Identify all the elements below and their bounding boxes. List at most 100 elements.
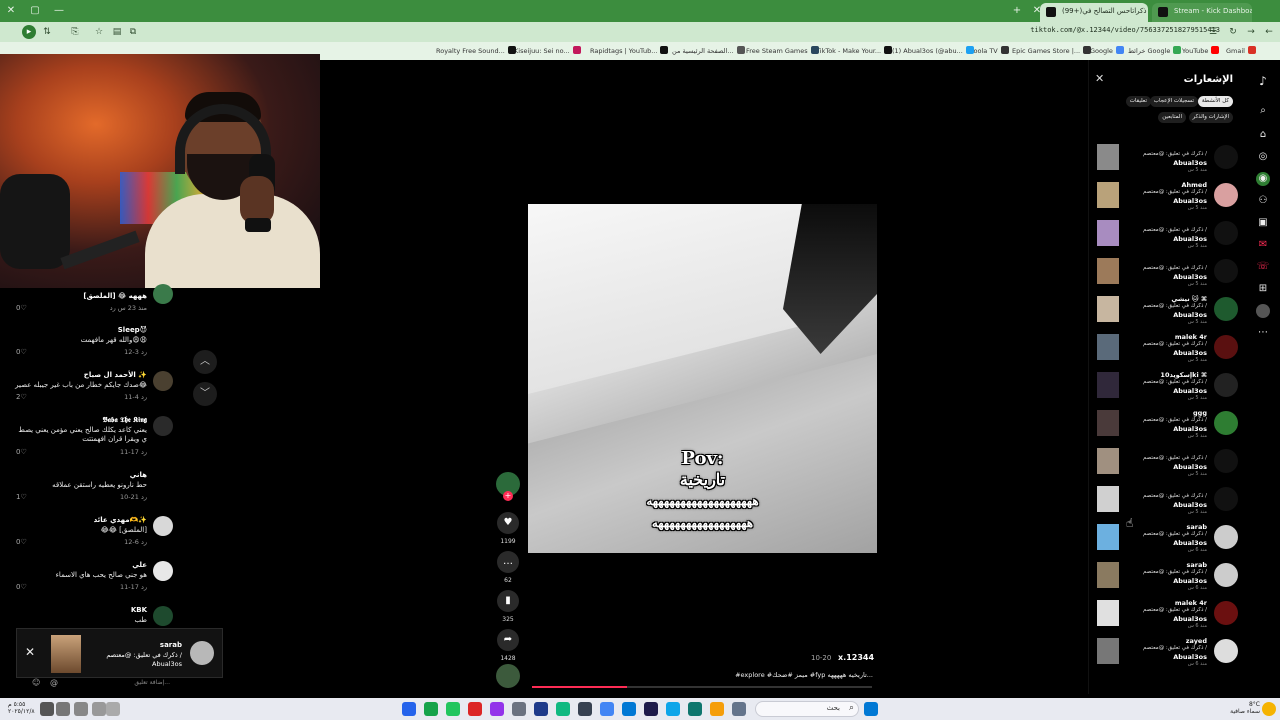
comment-like[interactable]: 1♡ [16,493,27,501]
minimize-window-icon[interactable]: — [52,4,66,18]
premiere-icon[interactable] [644,702,658,716]
avatar[interactable] [1214,297,1238,321]
url-field[interactable]: tiktok.com/@x.12344/video/75633725182795… [1030,26,1220,34]
network-icon[interactable] [56,702,70,716]
comment-input-row[interactable]: ☺ @ إضافة تعليق... [30,676,190,690]
bookmark-twitter[interactable]: (1) Abual3os (@abu... [892,46,974,55]
tab-tiktok-video[interactable]: (99+)ذكراتاحس التصالح في [1040,3,1148,22]
notification-video-thumbnail[interactable] [1097,182,1119,208]
app-icon[interactable] [622,702,636,716]
notification-toast[interactable]: ✕ sarab ذكرك في تعليق: @معتصم / Abual3os [16,628,223,678]
bookmark-gmail[interactable]: Gmail [1226,46,1256,55]
video-author[interactable]: x.12344 [838,653,874,662]
toast-video-thumbnail[interactable] [51,635,81,673]
forward-icon[interactable]: → [1244,25,1258,39]
bookmark-tiktok[interactable]: TikTok - Make Your... [816,46,893,55]
comment-button[interactable]: … 62 [496,551,520,584]
notification-item[interactable]: إسكويد10ki ⌘ ذكرك في تعليق: @معتصم / Abual… [1089,368,1244,402]
volume-icon[interactable] [74,702,88,716]
avatar[interactable] [1214,487,1238,511]
chrome-icon[interactable] [600,702,614,716]
notification-item[interactable]: sarab ذكرك في تعليق: @معتصم / Abual3os منذ … [1089,558,1244,592]
reload-icon[interactable]: ↻ [1226,25,1240,39]
notification-video-thumbnail[interactable] [1097,448,1119,474]
close-icon[interactable]: ✕ [25,645,35,659]
app-icon[interactable] [490,702,504,716]
notification-video-thumbnail[interactable] [1097,486,1119,512]
bookmark-epic-games[interactable]: Epic Games Store |... [1012,46,1092,55]
bookmark-home[interactable]: الصفحة الرئيسية من... [672,46,745,55]
filter-comments[interactable]: تعليقات [1125,96,1151,107]
bookmark-kiseijuu[interactable]: Kiseijuu: Sei no... [514,46,581,55]
save-button[interactable]: ▮ 325 [496,590,520,623]
back-icon[interactable]: ← [1262,25,1276,39]
explore-icon[interactable]: ◎ [1256,150,1270,164]
avatar[interactable] [153,516,173,536]
maximize-window-icon[interactable]: ▢ [28,4,42,18]
notification-item[interactable]: ذكرك في تعليق: @معتصم / Abual3os منذ 5 س [1089,216,1244,250]
mention-icon[interactable]: @ [50,678,58,687]
notification-video-thumbnail[interactable] [1097,638,1119,664]
notification-item[interactable]: ذكرك في تعليق: @معتصم / Abual3os منذ 5 س [1089,482,1244,516]
comment-input[interactable]: إضافة تعليق... [134,679,170,686]
app-icon[interactable] [468,702,482,716]
like-button[interactable]: ♥ 1199 [496,512,520,545]
file-explorer-icon[interactable] [710,702,724,716]
site-info-icon[interactable]: ☰ [1206,25,1220,39]
notification-video-thumbnail[interactable] [1097,220,1119,246]
upload-icon[interactable]: ⊞ [1256,282,1270,296]
comment-like[interactable]: 0♡ [16,583,27,591]
notification-item[interactable]: ذكرك في تعليق: @معتصم / Abual3os منذ 5 س [1089,254,1244,288]
notification-video-thumbnail[interactable] [1097,524,1119,550]
avatar[interactable] [153,471,173,491]
notification-video-thumbnail[interactable] [1097,562,1119,588]
avatar[interactable] [1214,411,1238,435]
bookmark-star-icon[interactable]: ☆ [92,25,106,39]
notification-item[interactable]: ذكرك في تعليق: @معتصم / Abual3os منذ 5 س [1089,140,1244,174]
video-progress-bar[interactable] [532,686,872,688]
app-icon[interactable] [688,702,702,716]
video-player[interactable]: Pov: تاريخية هههههههههههههههههههه هههههه… [528,204,877,553]
avatar[interactable] [153,606,173,626]
app-icon[interactable] [402,702,416,716]
share-icon[interactable]: ⧉ [126,25,140,39]
comment-like[interactable]: 0♡ [16,304,27,312]
extension2-icon[interactable]: ⇅ [40,25,54,39]
friends-icon[interactable]: ⚇ [1256,194,1270,208]
notification-video-thumbnail[interactable] [1097,410,1119,436]
bookmark-steam[interactable]: Free Steam Games [746,46,819,55]
avatar[interactable] [1214,335,1238,359]
avatar[interactable] [153,416,173,436]
tiktok-logo-icon[interactable]: ♪ [1256,74,1270,88]
avatar[interactable] [1214,183,1238,207]
avatar[interactable] [1214,639,1238,663]
avatar[interactable] [153,561,173,581]
previous-video-button[interactable]: ︿ [193,350,217,374]
search-icon[interactable]: ⌕ [1256,104,1270,118]
notification-video-thumbnail[interactable] [1097,144,1119,170]
app-icon[interactable] [732,702,746,716]
new-tab-icon[interactable]: + [1010,4,1024,18]
live-icon[interactable]: ▣ [1256,216,1270,230]
avatar[interactable] [1214,373,1238,397]
copy-icon[interactable]: ⎘ [68,25,82,39]
avatar[interactable] [1214,563,1238,587]
notification-video-thumbnail[interactable] [1097,258,1119,284]
avatar[interactable] [1214,601,1238,625]
avatar[interactable] [1214,449,1238,473]
weather-icon[interactable] [1262,702,1276,716]
bookmark-google-maps[interactable]: خرائط Google [1128,46,1182,55]
notification-center-icon[interactable] [40,702,54,716]
bookmark-youtube[interactable]: YouTube [1182,46,1220,55]
notification-item[interactable]: Ahmed ذكرك في تعليق: @معتصم / Abual3os منذ … [1089,178,1244,212]
avatar[interactable] [1214,221,1238,245]
emoji-icon[interactable]: ☺ [32,678,40,687]
notification-item[interactable]: ذكرك في تعليق: @معتصم / Abual3os منذ 5 س [1089,444,1244,478]
taskbar-search[interactable]: بحث ⌕ [755,701,859,717]
follow-plus-icon[interactable]: + [503,491,513,501]
avatar[interactable] [190,641,214,665]
browser-app-icon[interactable] [446,702,460,716]
comment-like[interactable]: 0♡ [16,448,27,456]
tab-kick-dashboard[interactable]: Stream - Kick Dashboard [1152,3,1252,22]
bookmark-loola-tv[interactable]: Loola TV [970,46,1009,55]
